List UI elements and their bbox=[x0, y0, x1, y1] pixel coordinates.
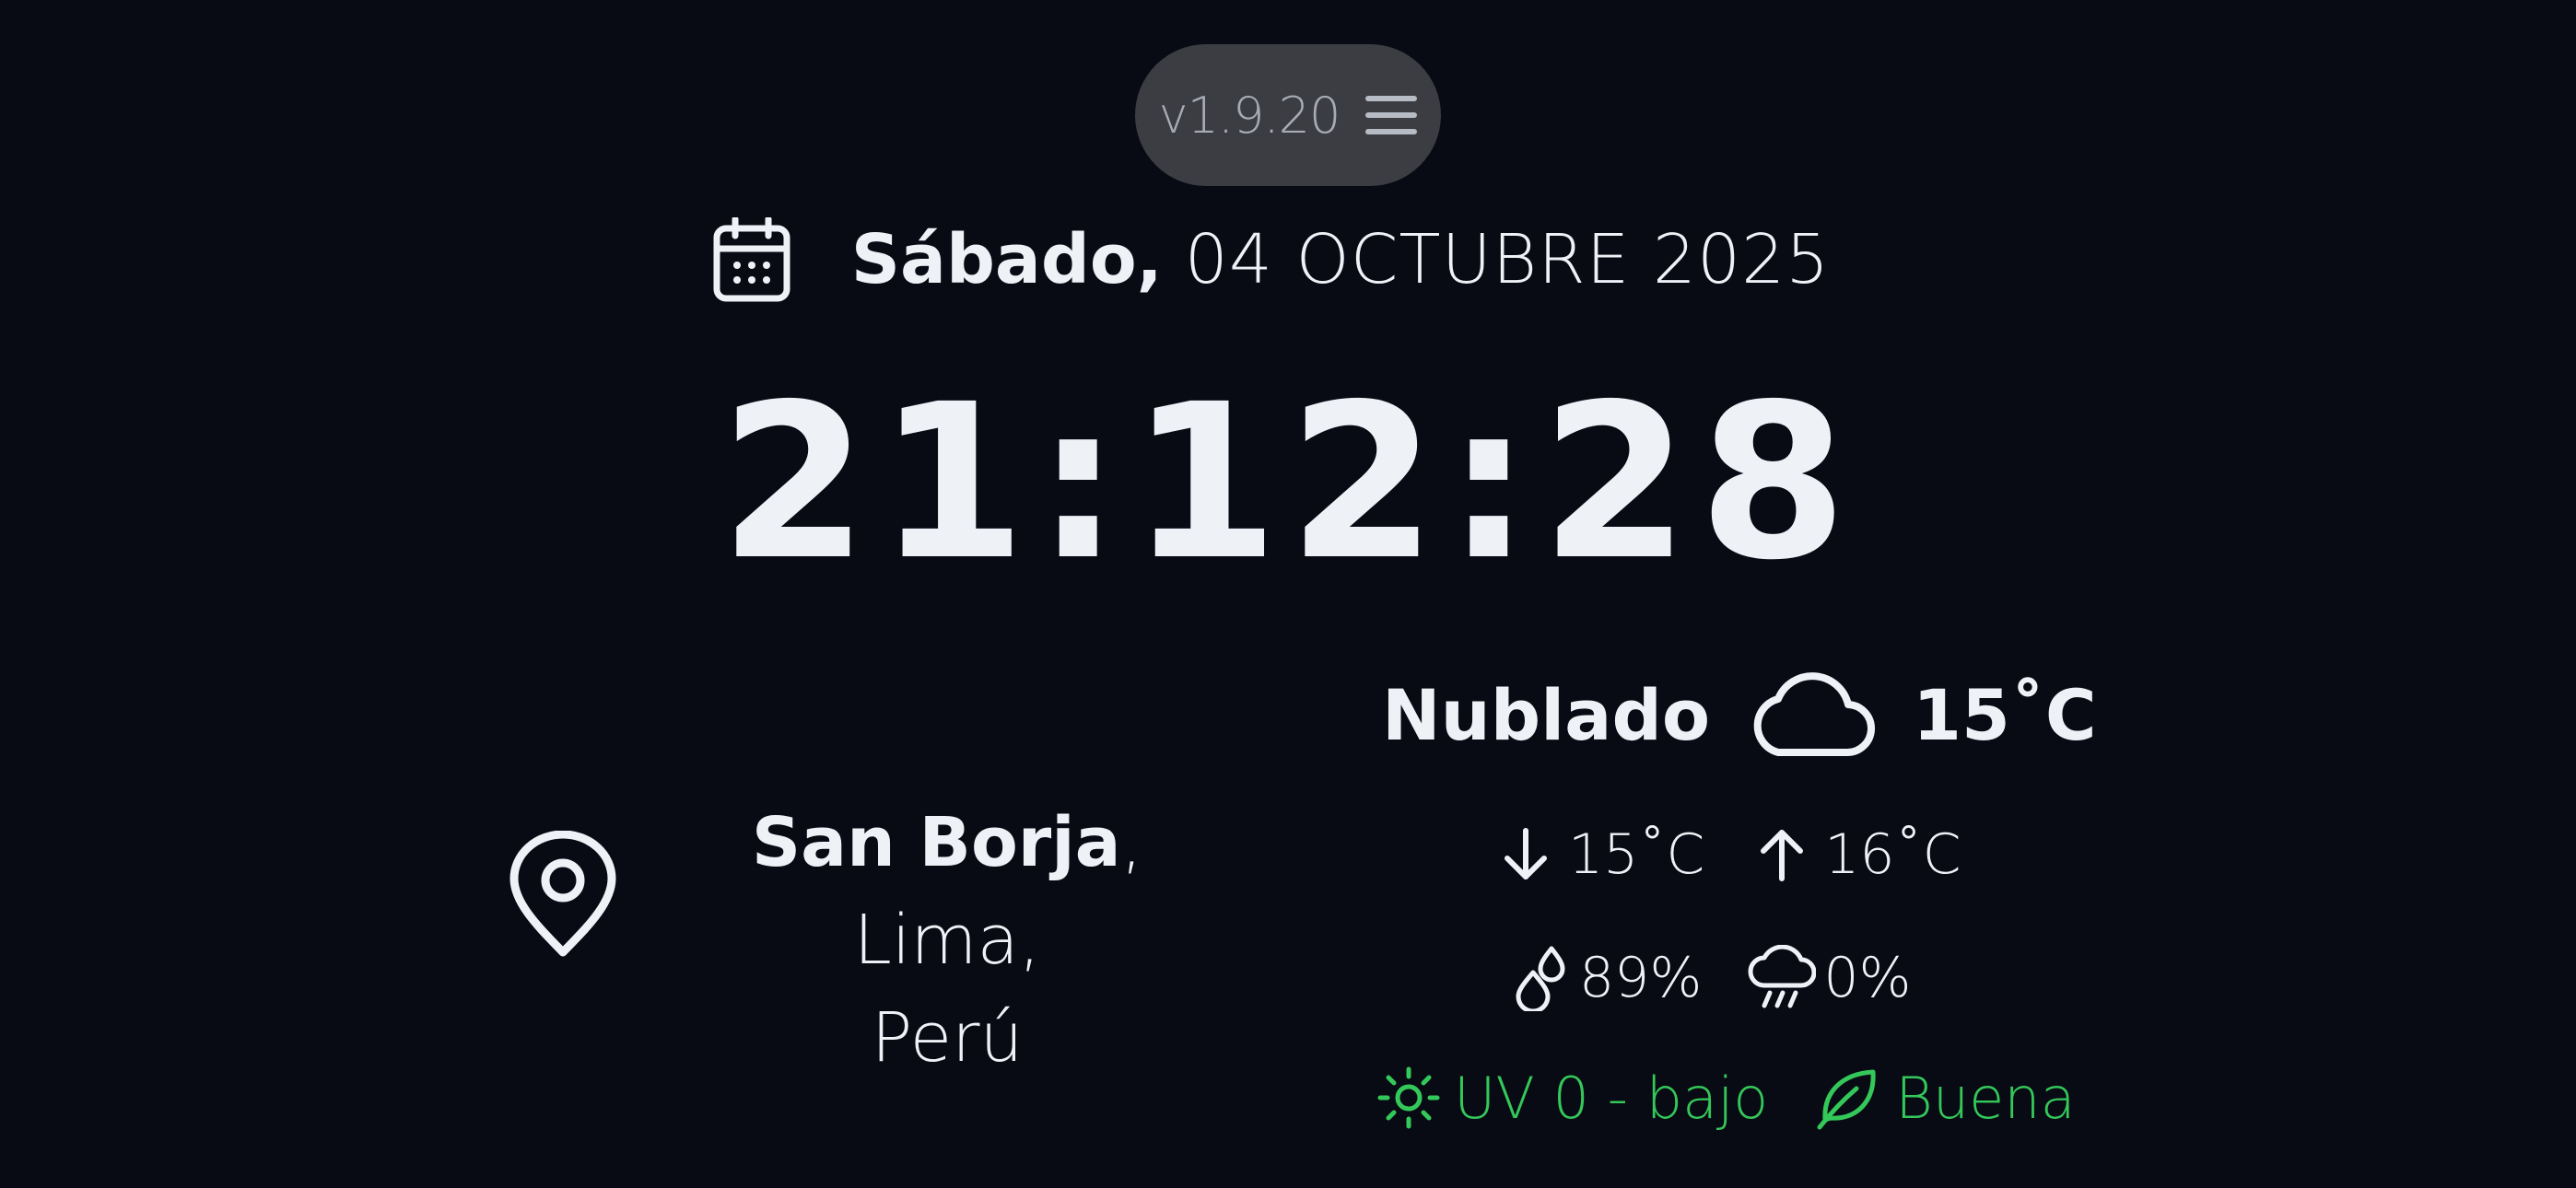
arrow-up-icon bbox=[1761, 830, 1804, 881]
arrow-down-icon bbox=[1505, 828, 1547, 879]
hamburger-menu-icon bbox=[1365, 96, 1418, 134]
version-label: v1.9.20 bbox=[1158, 86, 1341, 145]
location-country: Perú bbox=[871, 998, 1024, 1077]
weather-condition: Nublado bbox=[1382, 673, 1711, 756]
location-city: San Borja bbox=[751, 803, 1121, 882]
cloud-icon bbox=[1753, 672, 1876, 757]
date-row: Sábado, 04 OCTUBRE 2025 bbox=[0, 214, 2576, 306]
clock-screen: v1.9.20 Sábado, 04 OCTUBRE 2025 21:12:28… bbox=[0, 0, 2576, 1188]
date-label: 04 OCTUBRE 2025 bbox=[1184, 220, 1831, 299]
sun-icon bbox=[1377, 1066, 1440, 1129]
location-block: San Borja, Lima, Perú bbox=[505, 794, 1260, 1077]
humidity-precipitation: 89% 0% bbox=[1509, 941, 1912, 1015]
air-quality: Buena bbox=[1895, 1064, 2076, 1132]
calendar-icon bbox=[713, 217, 790, 302]
version-menu-button[interactable]: v1.9.20 bbox=[1135, 44, 1441, 186]
cloud-rain-icon bbox=[1748, 945, 1817, 1008]
humidity-drops-icon bbox=[1516, 946, 1565, 1011]
min-temperature: 15˚C bbox=[1568, 822, 1705, 887]
location-text: San Borja, Lima, Perú bbox=[662, 794, 1233, 1087]
weekday-label: Sábado, bbox=[850, 220, 1163, 299]
precipitation-value: 0% bbox=[1823, 946, 1912, 1010]
uv-index: UV 0 - bajo bbox=[1454, 1064, 1769, 1132]
leaf-icon bbox=[1817, 1069, 1876, 1130]
map-pin-icon bbox=[509, 831, 616, 957]
current-temperature: 15˚C bbox=[1913, 673, 2097, 756]
clock-time: 21:12:28 bbox=[719, 358, 1857, 607]
min-max-temperature: 15˚C 16˚C bbox=[1500, 818, 1961, 891]
weather-summary: Nublado 15˚C bbox=[1382, 659, 2097, 770]
humidity-value: 89% bbox=[1579, 946, 1703, 1010]
uv-air-quality: UV 0 - bajo Buena bbox=[1376, 1059, 2076, 1136]
max-temperature: 16˚C bbox=[1824, 822, 1961, 887]
